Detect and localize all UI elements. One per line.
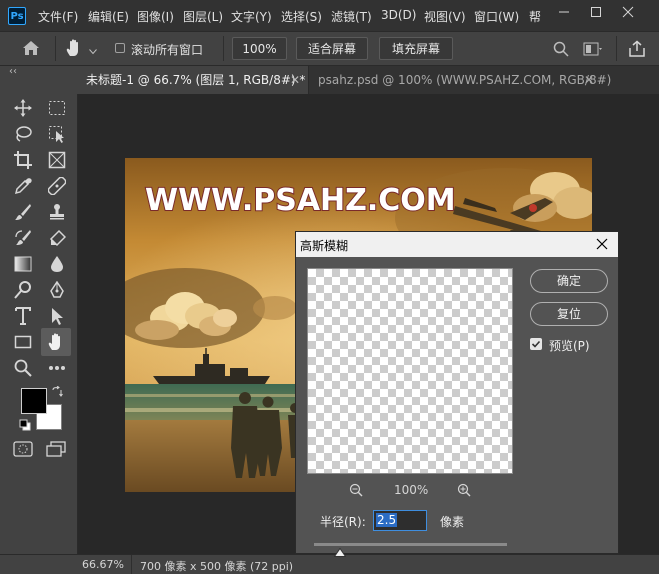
preview-zoom-level: 100%	[394, 483, 429, 497]
history-brush-tool-icon[interactable]	[11, 227, 35, 249]
tab-label: psahz.psd @ 100% (WWW.PSAHZ.COM, RGB/8#)	[318, 73, 612, 87]
preview-label: 预览(P)	[549, 339, 590, 353]
menu-filter[interactable]: 滤镜(T)	[331, 8, 372, 25]
tab-untitled-1[interactable]: 未标题-1 @ 66.7% (图层 1, RGB/8#) * ✕	[78, 66, 309, 94]
close-icon[interactable]	[596, 238, 608, 253]
default-colors-icon[interactable]	[19, 419, 31, 434]
menu-view[interactable]: 视图(V)	[424, 8, 466, 25]
dialog-title: 高斯模糊	[300, 239, 349, 253]
pen-tool-icon[interactable]	[45, 279, 69, 301]
menu-layer[interactable]: 图层(L)	[183, 8, 223, 25]
menu-window[interactable]: 窗口(W)	[474, 8, 519, 25]
chevron-down-icon[interactable]	[89, 44, 97, 58]
ok-button[interactable]: 确定	[530, 269, 608, 293]
crop-tool-icon[interactable]	[11, 149, 35, 171]
type-tool-icon[interactable]	[11, 305, 35, 327]
toolbar-collapse-button[interactable]: ‹‹	[0, 66, 78, 94]
search-icon[interactable]	[553, 41, 569, 60]
close-tab-icon[interactable]: ✕	[290, 66, 300, 94]
preview-pane[interactable]	[307, 268, 513, 474]
divider	[131, 555, 132, 574]
radius-slider-handle[interactable]	[333, 546, 347, 560]
zoom-out-icon[interactable]	[349, 483, 363, 500]
zoom-100-button[interactable]: 100%	[232, 37, 287, 60]
menu-type[interactable]: 文字(Y)	[231, 8, 272, 25]
restore-icon[interactable]	[586, 4, 606, 24]
status-zoom[interactable]: 66.67%	[82, 558, 124, 571]
toolbar	[0, 94, 78, 554]
clone-stamp-tool-icon[interactable]	[45, 201, 69, 223]
home-icon[interactable]	[22, 40, 40, 59]
radius-label: 半径(R):	[320, 515, 366, 529]
tab-label: 未标题-1 @ 66.7% (图层 1, RGB/8#) *	[86, 73, 306, 87]
close-tab-icon[interactable]: ✕	[584, 66, 594, 94]
radius-unit: 像素	[440, 515, 465, 529]
watermark-text: WWW.PSAHZ.COM	[145, 183, 456, 218]
menu-help[interactable]: 帮	[529, 8, 541, 25]
gaussian-blur-dialog: 高斯模糊 确定 复位 预览(P) 100% 半径(R): 2.5 像素	[295, 231, 619, 557]
more-tools-icon[interactable]	[45, 357, 69, 379]
gradient-tool-icon[interactable]	[11, 253, 35, 275]
close-window-icon[interactable]	[618, 4, 638, 24]
scroll-all-windows-checkbox[interactable]	[115, 43, 125, 53]
fill-screen-button[interactable]: 填充屏幕	[379, 37, 453, 60]
dodge-tool-icon[interactable]	[11, 279, 35, 301]
rectangle-tool-icon[interactable]	[11, 331, 35, 353]
quick-mask-icon[interactable]	[13, 441, 33, 460]
scroll-all-windows-label: 滚动所有窗口	[131, 43, 204, 57]
hand-tool-icon[interactable]	[41, 328, 71, 356]
fit-screen-button[interactable]: 适合屏幕	[296, 37, 368, 60]
eraser-tool-icon[interactable]	[45, 227, 69, 249]
photoshop-logo: Ps	[8, 7, 26, 25]
options-bar: 滚动所有窗口 100% 适合屏幕 填充屏幕	[0, 31, 659, 66]
brush-tool-icon[interactable]	[11, 201, 35, 223]
lasso-tool-icon[interactable]	[11, 123, 35, 145]
tab-psahz[interactable]: psahz.psd @ 100% (WWW.PSAHZ.COM, RGB/8#)…	[310, 66, 611, 94]
object-selection-tool-icon[interactable]	[45, 123, 69, 145]
menu-3d[interactable]: 3D(D)	[381, 8, 416, 22]
foreground-color-swatch[interactable]	[21, 388, 47, 414]
marquee-tool-icon[interactable]	[45, 97, 69, 119]
spot-healing-tool-icon[interactable]	[45, 175, 69, 197]
radius-input[interactable]: 2.5	[373, 510, 427, 531]
divider	[223, 36, 224, 61]
divider	[55, 36, 56, 61]
menu-edit[interactable]: 编辑(E)	[88, 8, 129, 25]
zoom-in-icon[interactable]	[457, 483, 471, 500]
hand-tool-preset-icon[interactable]	[64, 38, 84, 61]
status-doc-info: 700 像素 x 500 像素 (72 ppi)	[140, 560, 294, 573]
reset-button[interactable]: 复位	[530, 302, 608, 326]
preview-checkbox[interactable]	[530, 338, 542, 350]
eyedropper-tool-icon[interactable]	[11, 175, 35, 197]
screen-mode-icon[interactable]	[46, 441, 66, 460]
menu-file[interactable]: 文件(F)	[38, 8, 78, 25]
menu-select[interactable]: 选择(S)	[281, 8, 322, 25]
frame-tool-icon[interactable]	[45, 149, 69, 171]
minimize-icon[interactable]	[554, 4, 574, 24]
move-tool-icon[interactable]	[11, 97, 35, 119]
menu-image[interactable]: 图像(I)	[137, 8, 174, 25]
status-bar: 66.67% 700 像素 x 500 像素 (72 ppi)	[0, 554, 659, 574]
share-icon[interactable]	[628, 40, 646, 61]
swap-colors-icon[interactable]	[51, 385, 63, 401]
zoom-tool-icon[interactable]	[11, 357, 35, 379]
menu-bar: Ps 文件(F) 编辑(E) 图像(I) 图层(L) 文字(Y) 选择(S) 滤…	[0, 0, 659, 31]
dialog-title-bar[interactable]: 高斯模糊	[296, 232, 618, 257]
document-tab-bar: ‹‹ 未标题-1 @ 66.7% (图层 1, RGB/8#) * ✕ psah…	[0, 66, 659, 94]
radius-value: 2.5	[376, 513, 398, 527]
divider	[616, 36, 617, 61]
blur-tool-icon[interactable]	[45, 253, 69, 275]
workspace-icon[interactable]	[583, 41, 603, 60]
path-selection-tool-icon[interactable]	[45, 305, 69, 327]
